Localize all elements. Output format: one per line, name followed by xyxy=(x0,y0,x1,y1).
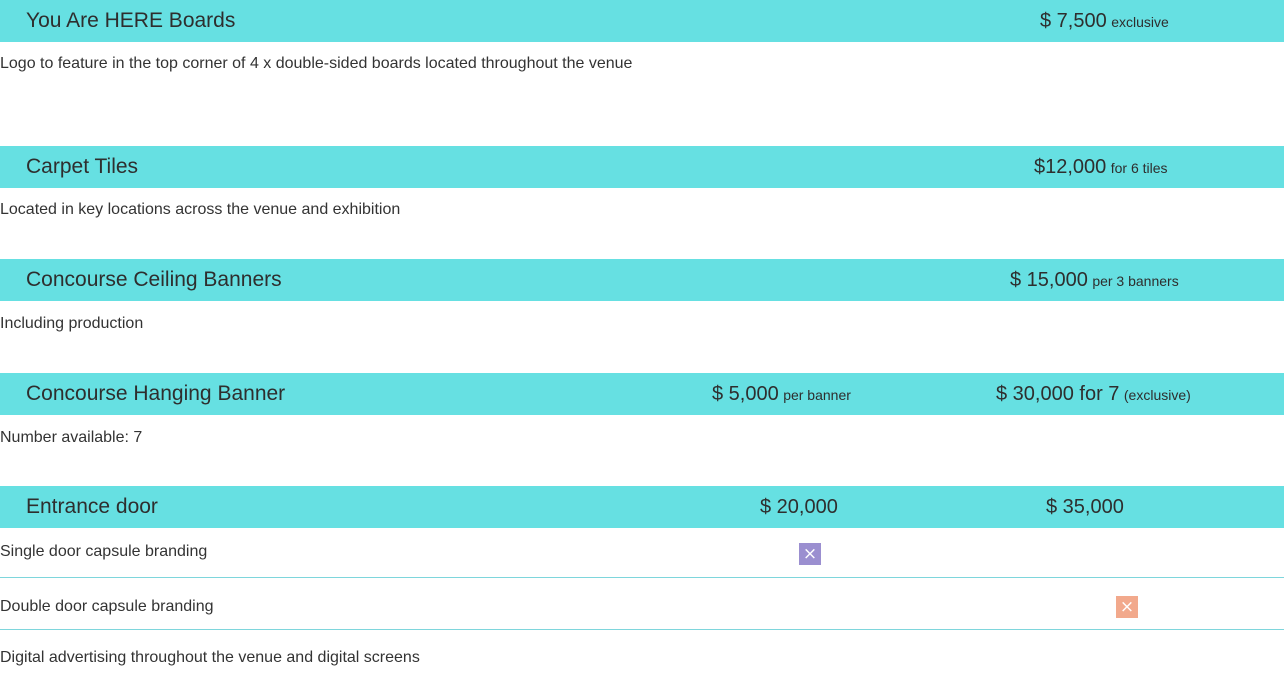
section-header-you-are-here-boards: You Are HERE Boards $ 7,500 exclusive xyxy=(0,0,1284,42)
section-description: Including production xyxy=(0,315,144,332)
row-divider xyxy=(0,629,1284,630)
section-title: Concourse Ceiling Banners xyxy=(26,268,282,291)
section-header-carpet-tiles: Carpet Tiles $12,000 for 6 tiles xyxy=(0,146,1284,188)
x-mark-icon: × xyxy=(799,543,821,565)
price-exclusive: $ 7,500 exclusive xyxy=(1040,0,1169,42)
price-single: $12,000 for 6 tiles xyxy=(1034,146,1168,188)
price-amount: $ 5,000 xyxy=(712,383,779,405)
price-qualifier: per 3 banners xyxy=(1092,273,1179,289)
price-option-b: $ 35,000 xyxy=(1046,486,1124,528)
section-header-concourse-ceiling-banners: Concourse Ceiling Banners $ 15,000 per 3… xyxy=(0,259,1284,301)
price-amount: $ 20,000 xyxy=(760,496,838,518)
price-qualifier: exclusive xyxy=(1111,14,1169,30)
price-amount: $ 15,000 xyxy=(1010,269,1088,291)
price-single: $ 15,000 per 3 banners xyxy=(1010,259,1179,301)
price-qualifier: for 6 tiles xyxy=(1110,160,1168,176)
price-option-b: $ 30,000 for 7 (exclusive) xyxy=(996,373,1191,415)
section-title: Carpet Tiles xyxy=(26,155,139,178)
section-description: Number available: 7 xyxy=(0,429,143,446)
price-qualifier: (exclusive) xyxy=(1123,387,1191,403)
price-amount: $ 35,000 xyxy=(1046,496,1124,518)
section-header-entrance-door: Entrance door $ 20,000 $ 35,000 xyxy=(0,486,1284,528)
price-qualifier: per banner xyxy=(783,387,851,403)
x-mark-icon: × xyxy=(1116,596,1138,618)
table-row-label: Single door capsule branding xyxy=(0,543,208,560)
section-description: Logo to feature in the top corner of 4 x… xyxy=(0,55,633,72)
section-title: You Are HERE Boards xyxy=(26,9,236,32)
section-description: Located in key locations across the venu… xyxy=(0,201,401,218)
price-amount: $ 7,500 xyxy=(1040,10,1107,32)
row-divider xyxy=(0,577,1284,578)
table-row-label: Double door capsule branding xyxy=(0,598,214,615)
price-amount: $ 30,000 for 7 xyxy=(996,383,1120,405)
section-title: Concourse Hanging Banner xyxy=(26,382,286,405)
price-amount: $12,000 xyxy=(1034,156,1107,178)
section-header-concourse-hanging-banner: Concourse Hanging Banner $ 5,000 per ban… xyxy=(0,373,1284,415)
section-title: Entrance door xyxy=(26,495,158,518)
price-option-a: $ 20,000 xyxy=(760,486,838,528)
price-option-a: $ 5,000 per banner xyxy=(712,373,851,415)
table-row-label: Digital advertising throughout the venue… xyxy=(0,649,420,666)
